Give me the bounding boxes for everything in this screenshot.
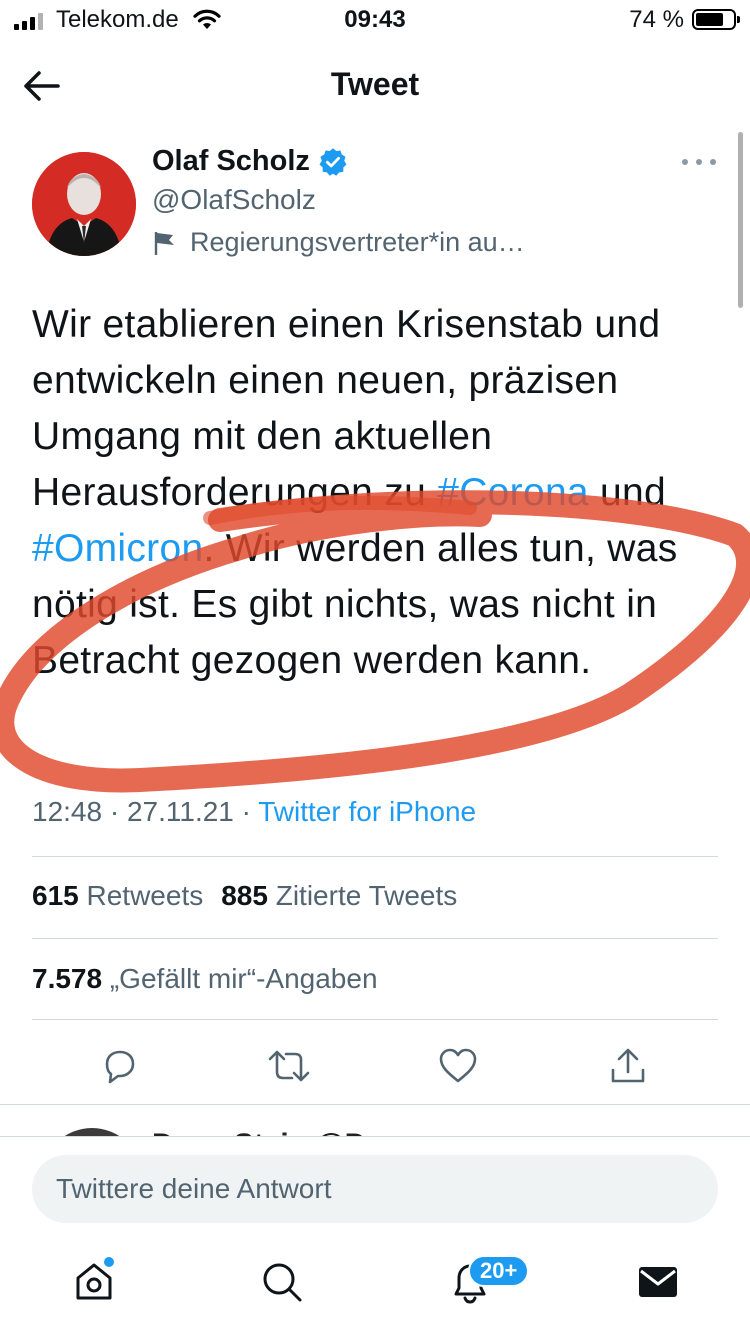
battery-icon	[692, 9, 740, 30]
tweet-source-link[interactable]: Twitter for iPhone	[258, 796, 476, 827]
hashtag-omicron-link[interactable]: #Omicron	[32, 527, 203, 570]
retweets-stat[interactable]: 615 Retweets	[32, 880, 203, 912]
tweet-actions	[0, 1038, 750, 1094]
header: Tweet	[0, 44, 750, 128]
verified-badge-icon	[319, 147, 347, 176]
tab-notifications[interactable]: 20+	[440, 1247, 530, 1317]
tab-messages[interactable]	[628, 1247, 688, 1317]
more-dot	[710, 159, 716, 165]
status-bar: Telekom.de 09:43 74 %	[0, 0, 750, 44]
tweet-text-part: und	[588, 471, 667, 514]
tab-bar: 20+	[0, 1247, 750, 1327]
tweet-meta: 12:48 · 27.11.21 · Twitter for iPhone	[32, 796, 476, 828]
share-button[interactable]	[600, 1038, 656, 1094]
reply-input[interactable]	[32, 1155, 718, 1223]
battery-percent: 74 %	[629, 6, 684, 33]
retweets-count: 615	[32, 880, 79, 911]
author-handle[interactable]: @OlafScholz	[152, 184, 316, 216]
divider	[32, 938, 718, 939]
government-label-text: Regierungsvertreter*in au…	[190, 227, 525, 257]
author-name-text: Olaf Scholz	[152, 145, 310, 177]
page-title: Tweet	[330, 66, 420, 102]
reply-icon	[105, 1050, 135, 1084]
envelope-icon	[639, 1267, 677, 1297]
more-options-button[interactable]	[682, 152, 716, 172]
heart-icon	[439, 1048, 477, 1083]
section-divider	[0, 1104, 750, 1105]
more-dot	[682, 159, 688, 165]
bottom-bar: 20+	[0, 1136, 750, 1334]
tweet-text: Wir etablieren einen Krisenstab und entw…	[32, 297, 722, 689]
more-dot	[696, 159, 702, 165]
share-icon	[611, 1048, 645, 1083]
scrollbar[interactable]	[738, 132, 743, 308]
author-name[interactable]: Olaf Scholz	[152, 145, 348, 178]
retweet-icon	[268, 1050, 310, 1082]
hashtag-corona-link[interactable]: #Corona	[437, 471, 589, 514]
retweet-button[interactable]	[261, 1038, 317, 1094]
likes-stat[interactable]: 7.578 „Gefällt mir“-Angaben	[32, 963, 378, 995]
flag-icon	[154, 231, 174, 255]
new-content-dot	[104, 1257, 114, 1267]
tab-home[interactable]	[64, 1247, 124, 1317]
quotes-stat[interactable]: 885 Zitierte Tweets	[221, 880, 457, 912]
likes-label: „Gefällt mir“-Angaben	[109, 963, 378, 994]
retweets-label: Retweets	[86, 880, 204, 911]
retweet-stats: 615 Retweets 885 Zitierte Tweets	[32, 880, 457, 912]
likes-stats: 7.578 „Gefällt mir“-Angaben	[32, 963, 378, 995]
divider	[32, 856, 718, 857]
quotes-label: Zitierte Tweets	[275, 880, 458, 911]
tab-search[interactable]	[252, 1247, 312, 1317]
notifications-badge: 20+	[468, 1255, 530, 1287]
search-icon	[263, 1263, 302, 1302]
quotes-count: 885	[221, 880, 268, 911]
avatar[interactable]	[32, 152, 136, 256]
like-button[interactable]	[430, 1038, 486, 1094]
reply-button[interactable]	[91, 1038, 147, 1094]
government-label[interactable]: Regierungsvertreter*in au…	[152, 227, 525, 258]
divider	[32, 1019, 718, 1020]
tweet-timestamp[interactable]: 12:48 · 27.11.21 ·	[32, 796, 258, 827]
likes-count: 7.578	[32, 963, 103, 994]
